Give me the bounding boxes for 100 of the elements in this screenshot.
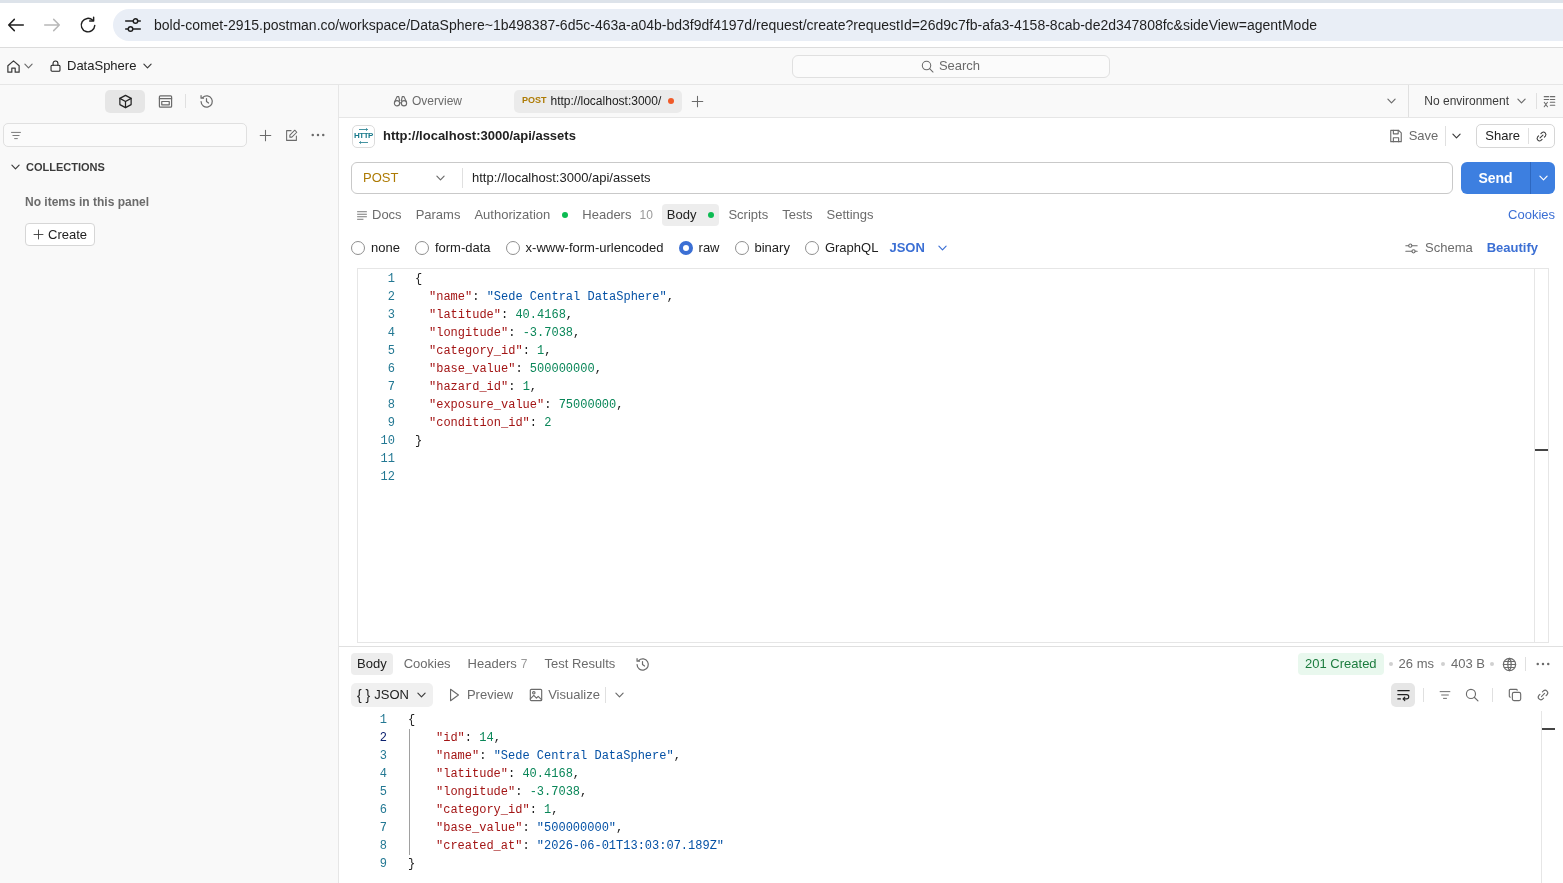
code-line: "id": 14, <box>436 730 501 747</box>
bullet-icon <box>1490 662 1494 666</box>
save-button[interactable]: Save <box>1388 126 1439 146</box>
plus-icon[interactable] <box>259 128 272 142</box>
back-icon[interactable] <box>7 16 25 34</box>
more-icon[interactable] <box>1536 662 1550 666</box>
send-button[interactable]: Send <box>1461 162 1530 194</box>
radio-button[interactable] <box>351 241 365 255</box>
caret-icon[interactable] <box>1452 133 1462 139</box>
globe-icon[interactable] <box>1502 656 1517 672</box>
caret-icon <box>143 63 153 69</box>
response-size: 403 B <box>1451 655 1485 674</box>
tab[interactable]: Authorization <box>469 204 574 226</box>
search-icon[interactable] <box>1465 688 1479 702</box>
language-dropdown[interactable]: JSON <box>889 238 947 258</box>
filter-icon[interactable] <box>1438 689 1452 701</box>
tab[interactable]: Cookies <box>397 653 457 675</box>
tab[interactable]: Test Results <box>538 653 622 675</box>
visualize-button[interactable]: Visualize <box>529 685 600 705</box>
radio-button[interactable] <box>804 241 819 255</box>
home-icon[interactable] <box>6 58 21 74</box>
tab[interactable]: Params <box>410 204 466 226</box>
schema-button[interactable]: Schema <box>1404 238 1473 258</box>
code-line: { <box>415 271 423 288</box>
link-icon[interactable] <box>1535 129 1548 143</box>
line-number: 4 <box>379 766 387 783</box>
tab[interactable]: POST http://localhost:3000/ <box>514 89 683 113</box>
tab[interactable]: Scripts <box>723 204 774 226</box>
tab[interactable]: Headers 10 <box>577 204 658 226</box>
radio-button[interactable] <box>505 241 520 255</box>
play-icon <box>448 688 460 702</box>
sidebar-tab[interactable] <box>105 89 145 113</box>
caret-icon <box>937 245 947 251</box>
code-line: "base_value": 500000000, <box>429 361 602 378</box>
tab[interactable]: Settings <box>821 204 879 226</box>
caret-icon[interactable] <box>614 692 624 698</box>
plus-icon[interactable] <box>691 94 705 108</box>
caret-icon <box>436 175 445 181</box>
radio-button[interactable] <box>678 241 693 255</box>
link-icon[interactable] <box>1536 688 1550 702</box>
url-field[interactable]: http://localhost:3000/api/assets <box>463 163 1452 193</box>
code-line: "exposure_value": 75000000, <box>429 397 624 414</box>
address-bar[interactable]: bold-comet-2915.postman.co/workspace/DataSphere~1b498387-6d5c-463a-a04b-bd3f9df4197d/request/create?requestId=26d9c7fb-afa3-4158-8cab-de2d347808fc&sideView=agentMode <box>113 9 1563 41</box>
history-icon[interactable] <box>635 656 651 672</box>
radio-button[interactable] <box>734 241 749 255</box>
format-dropdown[interactable]: { } JSON <box>351 683 433 707</box>
workspace-switcher[interactable]: DataSphere <box>49 56 153 76</box>
copy-icon[interactable] <box>1508 688 1522 702</box>
tab[interactable]: Docs <box>351 204 407 226</box>
section-title: COLLECTIONS <box>26 159 105 175</box>
create-button[interactable]: Create <box>25 223 96 246</box>
tab[interactable]: Headers 7 <box>461 653 534 675</box>
sliders-icon <box>1404 241 1419 255</box>
caret-icon[interactable] <box>24 63 33 69</box>
line-number: 1 <box>379 712 387 729</box>
scrollbar[interactable] <box>1541 711 1555 883</box>
history-icon <box>198 93 214 109</box>
request-title: http://localhost:3000/api/assets <box>383 127 576 146</box>
line-number: 3 <box>379 748 387 765</box>
code-line: "longitude": -3.7038, <box>429 325 581 342</box>
cookies-link[interactable]: Cookies <box>1508 205 1555 225</box>
radio-button[interactable] <box>414 241 429 255</box>
scrollbar[interactable] <box>1534 269 1548 642</box>
tab[interactable]: Body <box>661 204 720 226</box>
radio-label: GraphQL <box>824 239 879 258</box>
site-settings-icon[interactable] <box>124 16 142 34</box>
caret-icon[interactable] <box>1387 98 1397 104</box>
code-line: "longitude": -3.7038, <box>436 784 588 801</box>
caret-icon <box>1538 175 1548 181</box>
tab-count: 7 <box>520 656 528 673</box>
tab[interactable]: Overview <box>385 89 505 113</box>
image-icon <box>529 688 544 702</box>
search-field[interactable]: Search <box>791 54 1110 78</box>
bullet-icon <box>1441 662 1445 666</box>
lock-icon <box>49 59 62 73</box>
http-icon: HTTP <box>352 124 375 148</box>
line-number: 8 <box>379 838 387 855</box>
environment-dropdown[interactable]: No environment <box>1424 92 1526 110</box>
line-number: 2 <box>387 289 395 306</box>
filter-field[interactable] <box>3 123 247 147</box>
edit-icon[interactable] <box>285 128 298 142</box>
preview-button[interactable]: Preview <box>448 685 514 705</box>
wrap-button[interactable] <box>1391 683 1415 707</box>
more-icon[interactable] <box>311 133 325 137</box>
chevron-icon[interactable] <box>11 164 20 170</box>
line-number: 3 <box>387 307 395 324</box>
beautify-button[interactable]: Beautify <box>1486 238 1538 258</box>
reload-icon[interactable] <box>79 16 97 34</box>
variables-icon[interactable] <box>1543 94 1556 108</box>
tab[interactable]: Tests <box>777 204 818 226</box>
method-dropdown[interactable]: POST <box>352 163 462 193</box>
empty-message: No items in this panel <box>25 194 150 210</box>
line-number: 8 <box>387 397 395 414</box>
send-options-button[interactable] <box>1530 162 1555 194</box>
radio-label: binary <box>754 239 790 258</box>
radio-label: none <box>371 239 400 258</box>
tab[interactable]: Body <box>351 653 393 675</box>
line-number: 12 <box>380 469 395 486</box>
share-button[interactable]: Share <box>1477 126 1528 146</box>
line-number: 4 <box>387 325 395 342</box>
